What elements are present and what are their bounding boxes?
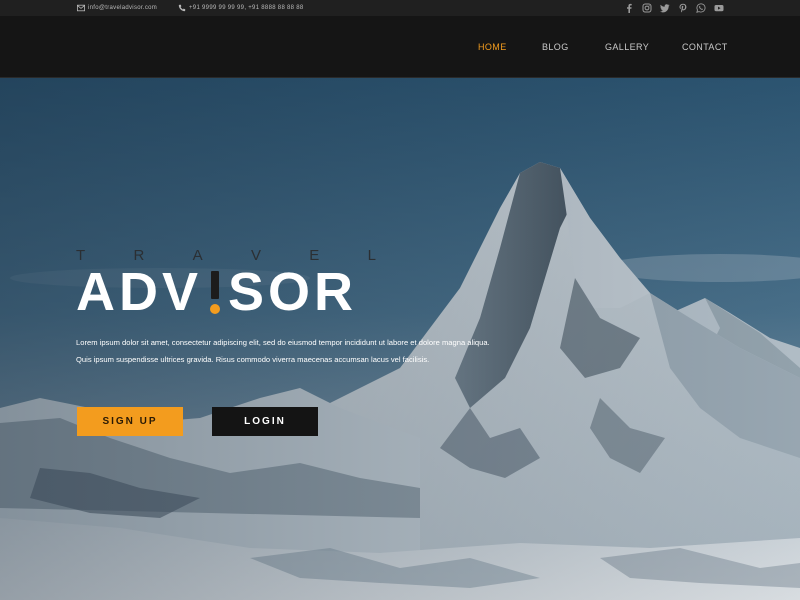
twitter-icon[interactable] [660,3,670,13]
brand-letter: L [367,247,376,264]
brand-logo-part-right: SOR [228,262,358,322]
hero-description-line-2: Quis ipsum suspendisse ultrices gravida.… [76,355,430,364]
brand-logo-advisor: ADV SOR [76,261,357,323]
nav-item-home[interactable]: HOME [478,42,507,52]
pinterest-icon[interactable] [678,3,688,13]
login-button[interactable]: LOGIN [212,407,318,436]
sign-up-button[interactable]: SIGN UP [77,407,183,436]
social-links [624,0,724,16]
hero-section: T R A V E L ADV SOR Lorem ipsum dolor si… [0,78,800,600]
phone-icon [178,4,186,12]
brand-logo-part-left: ADV [76,262,203,322]
email-text: info@traveladvisor.com [88,5,158,11]
hero-description-line-1: Lorem ipsum dolor sit amet, consectetur … [76,338,490,347]
main-navbar: HOME BLOG GALLERY CONTACT [0,16,800,78]
nav-item-gallery[interactable]: GALLERY [605,42,649,52]
envelope-icon [77,4,85,12]
top-contact-bar: info@traveladvisor.com +91 9999 99 99 99… [0,0,800,16]
phone-contact[interactable]: +91 9999 99 99 99, +91 8888 88 88 88 [178,0,304,16]
phone-text: +91 9999 99 99 99, +91 8888 88 88 88 [189,5,304,11]
email-contact[interactable]: info@traveladvisor.com [77,0,157,16]
exclamation-i-icon [206,269,224,315]
hero-description: Lorem ipsum dolor sit amet, consectetur … [76,334,556,368]
nav-item-contact[interactable]: CONTACT [682,42,728,52]
instagram-icon[interactable] [642,3,652,13]
nav-item-blog[interactable]: BLOG [542,42,569,52]
whatsapp-icon[interactable] [696,3,706,13]
facebook-icon[interactable] [624,3,634,13]
youtube-icon[interactable] [714,3,724,13]
